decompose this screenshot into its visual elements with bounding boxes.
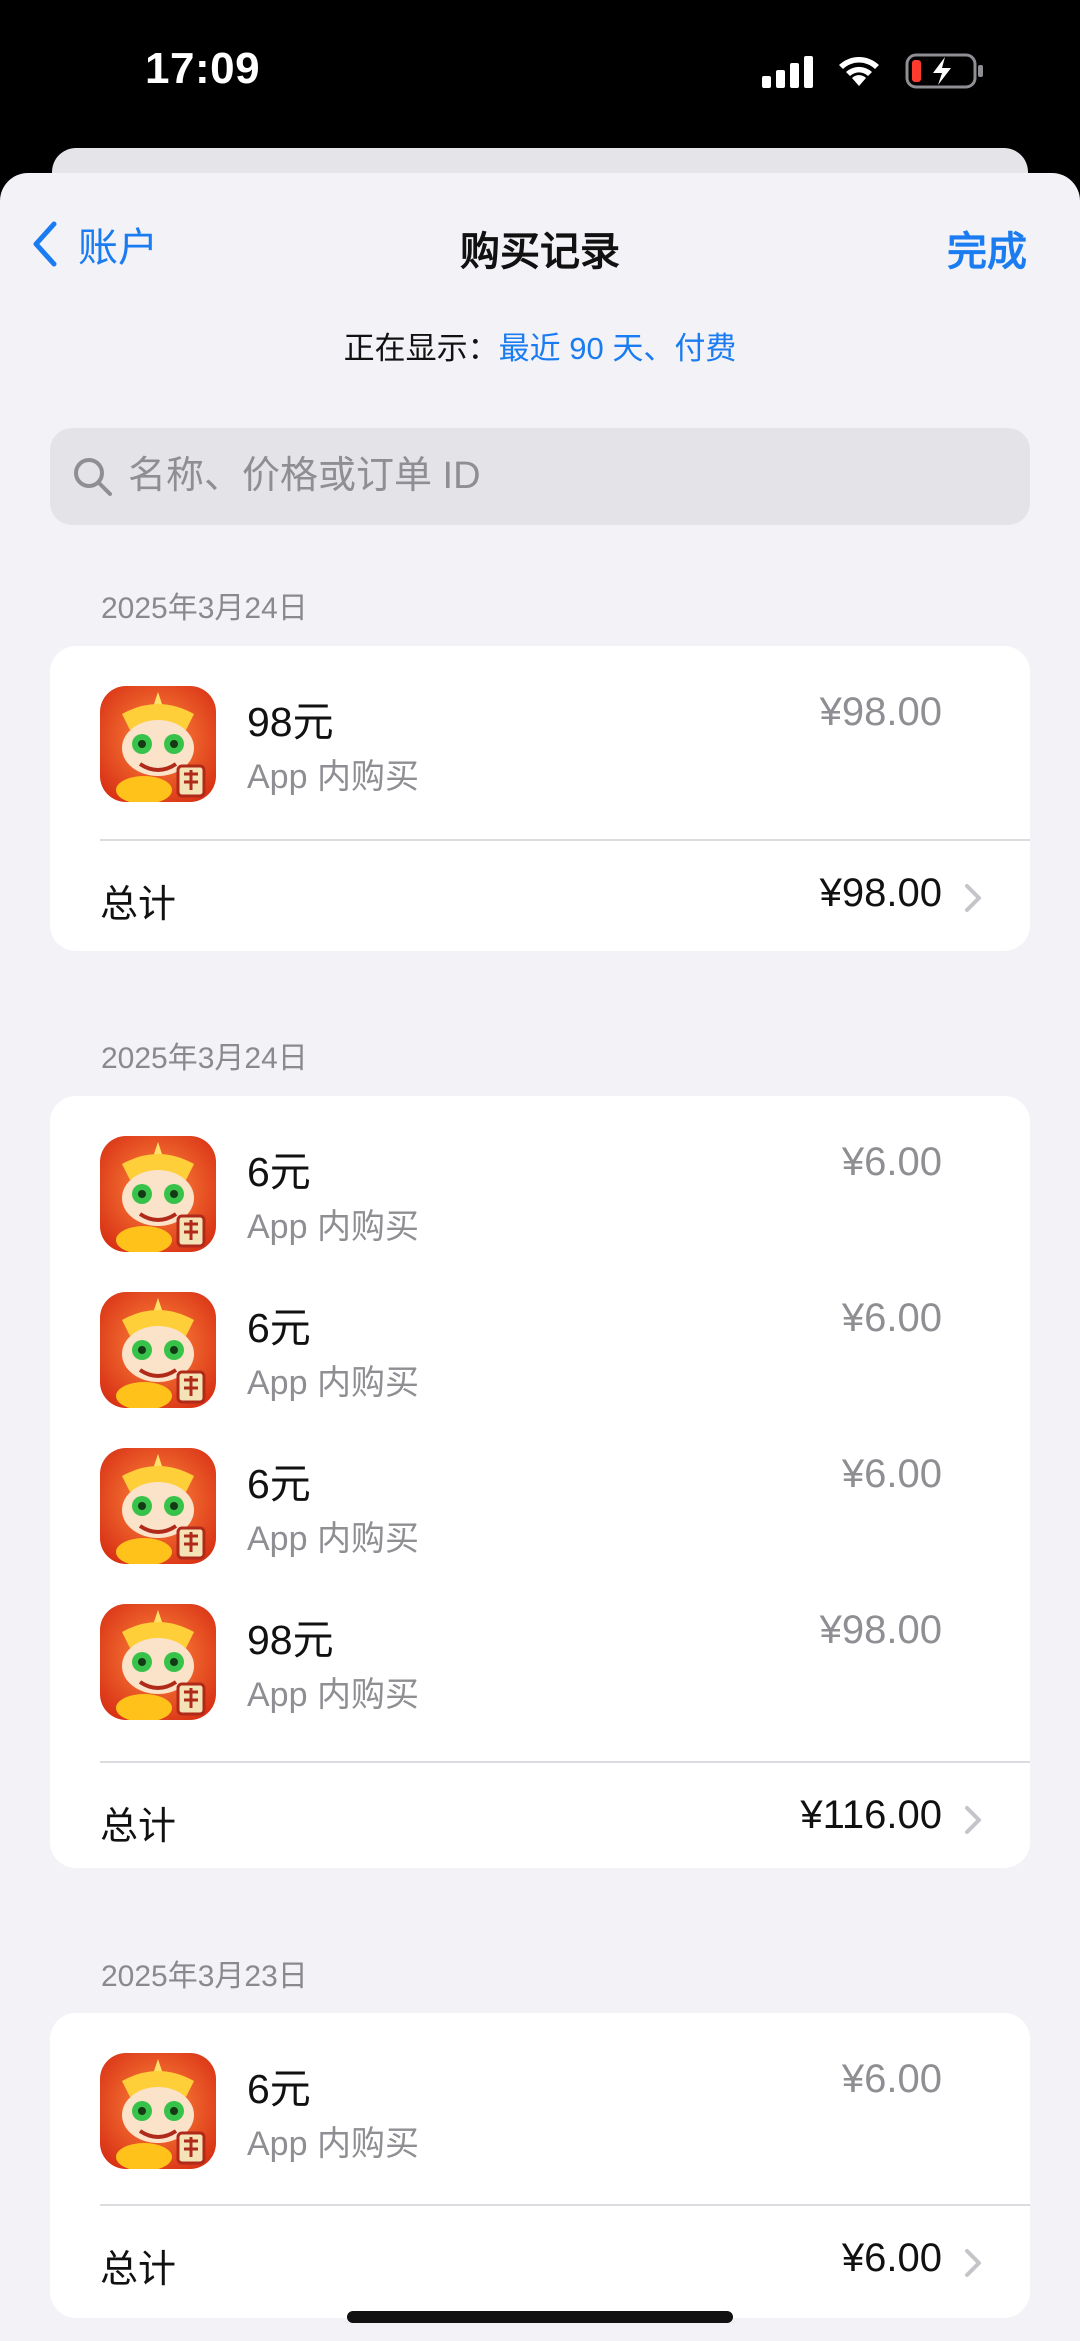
total-label: 总计 (100, 2249, 177, 2291)
purchase-group: 6元 App 内购买 ¥6.00 6元 App 内购买 ¥6.00 6元 App… (50, 1096, 1030, 1868)
total-row[interactable]: 总计 ¥6.00 (50, 2206, 1030, 2316)
status-bar: 17:09 (0, 0, 1080, 150)
item-type: App 内购买 (247, 1520, 419, 1558)
section-date: 2025年3月23日 (101, 1960, 308, 1993)
item-price: ¥6.00 (841, 1452, 942, 1496)
item-price: ¥6.00 (841, 1296, 942, 1340)
item-type: App 内购买 (247, 2125, 419, 2163)
item-type: App 内购买 (247, 1364, 419, 1402)
purchase-item[interactable]: 98元 App 内购买 ¥98.00 (50, 1564, 1030, 1720)
section-date: 2025年3月24日 (101, 1042, 308, 1075)
total-row[interactable]: 总计 ¥116.00 (50, 1763, 1030, 1873)
item-type: App 内购买 (247, 1208, 419, 1246)
purchase-group: 98元 App 内购买 ¥98.00 总计 ¥98.00 (50, 646, 1030, 951)
app-icon (100, 2053, 216, 2169)
app-icon (100, 1292, 216, 1408)
signal-icon (762, 54, 813, 88)
purchase-item[interactable]: 6元 App 内购买 ¥6.00 (50, 1252, 1030, 1408)
total-value: ¥98.00 (819, 871, 942, 915)
wifi-icon (835, 54, 883, 88)
search-icon (74, 457, 112, 496)
item-name: 6元 (247, 1149, 311, 1195)
app-icon (100, 1448, 216, 1564)
total-label: 总计 (100, 884, 177, 926)
item-price: ¥98.00 (819, 1608, 942, 1652)
total-value: ¥6.00 (841, 2236, 942, 2280)
chevron-right-icon (965, 1806, 981, 1834)
purchase-item[interactable]: 98元 App 内购买 ¥98.00 (50, 646, 1030, 802)
item-name: 98元 (247, 1617, 334, 1663)
item-type: App 内购买 (247, 1676, 419, 1714)
item-price: ¥6.00 (841, 2057, 942, 2101)
chevron-right-icon (965, 2249, 981, 2277)
purchase-group: 6元 App 内购买 ¥6.00 总计 ¥6.00 (50, 2013, 1030, 2318)
battery-charging-icon (905, 52, 985, 90)
item-name: 6元 (247, 1305, 311, 1351)
item-price: ¥98.00 (819, 690, 942, 734)
app-icon (100, 686, 216, 802)
search-bar[interactable] (50, 428, 1030, 525)
total-value: ¥116.00 (800, 1793, 942, 1837)
purchase-history-sheet: 账户 购买记录 完成 正在显示：最近 90 天、付费 2025年3月24日 98… (0, 173, 1080, 2341)
item-name: 6元 (247, 2066, 311, 2112)
app-icon (100, 1604, 216, 1720)
search-input[interactable] (126, 454, 990, 499)
done-button[interactable]: 完成 (947, 219, 1027, 277)
purchase-item[interactable]: 6元 App 内购买 ¥6.00 (50, 1408, 1030, 1564)
home-indicator[interactable] (347, 2311, 733, 2323)
filter-prefix: 正在显示： (343, 331, 499, 366)
item-type: App 内购买 (247, 758, 419, 796)
item-name: 6元 (247, 1461, 311, 1507)
status-time: 17:09 (145, 44, 261, 93)
total-label: 总计 (100, 1806, 177, 1848)
purchase-item[interactable]: 6元 App 内购买 ¥6.00 (50, 2013, 1030, 2169)
chevron-right-icon (965, 884, 981, 912)
item-name: 98元 (247, 699, 334, 745)
total-row[interactable]: 总计 ¥98.00 (50, 841, 1030, 951)
filter-link[interactable]: 最近 90 天、付费 (499, 331, 737, 366)
filter-summary: 正在显示：最近 90 天、付费 (0, 323, 1080, 368)
item-price: ¥6.00 (841, 1140, 942, 1184)
section-date: 2025年3月24日 (101, 592, 308, 625)
status-icons (762, 52, 985, 90)
purchase-item[interactable]: 6元 App 内购买 ¥6.00 (50, 1096, 1030, 1252)
navigation-bar: 账户 购买记录 完成 (0, 173, 1080, 313)
page-title: 购买记录 (460, 230, 620, 274)
app-icon (100, 1136, 216, 1252)
